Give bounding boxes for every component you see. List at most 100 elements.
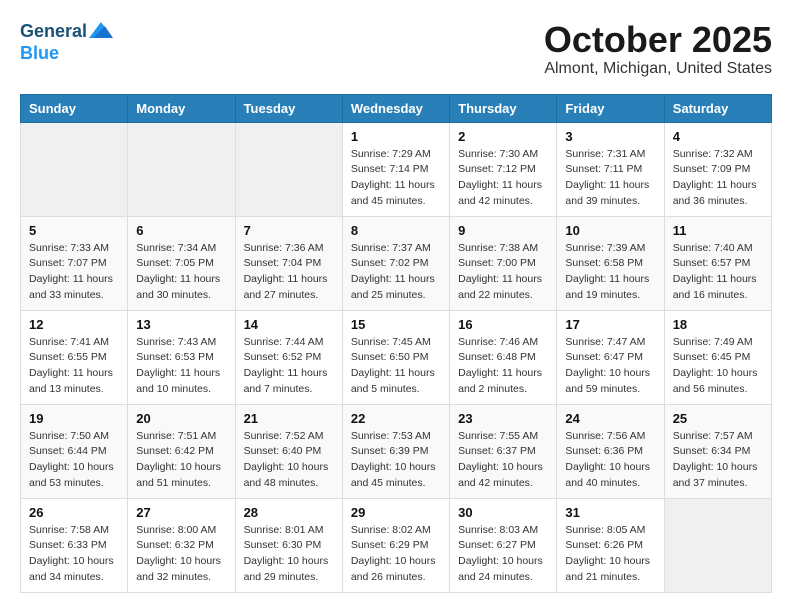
day-number: 7 — [244, 223, 334, 238]
month-title: October 2025 — [544, 20, 772, 60]
day-number: 26 — [29, 505, 119, 520]
calendar-cell: 3 Sunrise: 7:31 AM Sunset: 7:11 PM Daylig… — [557, 122, 664, 216]
calendar-week-row: 12 Sunrise: 7:41 AM Sunset: 6:55 PM Dayli… — [21, 310, 772, 404]
calendar-cell: 19 Sunrise: 7:50 AM Sunset: 6:44 PM Dayli… — [21, 404, 128, 498]
weekday-header-row: SundayMondayTuesdayWednesdayThursdayFrid… — [21, 94, 772, 122]
day-number: 22 — [351, 411, 441, 426]
calendar-cell: 5Sunrise: 7:33 AM Sunset: 7:07 PM Daylig… — [21, 216, 128, 310]
day-info: Sunrise: 7:34 AM Sunset: 7:05 PM Dayligh… — [136, 241, 226, 304]
calendar-week-row: 5Sunrise: 7:33 AM Sunset: 7:07 PM Daylig… — [21, 216, 772, 310]
calendar-cell: 4 Sunrise: 7:32 AM Sunset: 7:09 PM Daylig… — [664, 122, 771, 216]
day-info: Sunrise: 7:56 AM Sunset: 6:36 PM Dayligh… — [565, 429, 655, 492]
calendar-table: SundayMondayTuesdayWednesdayThursdayFrid… — [20, 94, 772, 593]
day-number: 21 — [244, 411, 334, 426]
day-info: Sunrise: 7:40 AM Sunset: 6:57 PM Dayligh… — [673, 241, 763, 304]
day-info: Sunrise: 8:02 AM Sunset: 6:29 PM Dayligh… — [351, 523, 441, 586]
calendar-week-row: 19 Sunrise: 7:50 AM Sunset: 6:44 PM Dayli… — [21, 404, 772, 498]
day-number: 15 — [351, 317, 441, 332]
day-number: 24 — [565, 411, 655, 426]
calendar-cell: 22 Sunrise: 7:53 AM Sunset: 6:39 PM Dayli… — [342, 404, 449, 498]
calendar-cell: 7 Sunrise: 7:36 AM Sunset: 7:04 PM Daylig… — [235, 216, 342, 310]
logo-text: General — [20, 22, 87, 42]
day-info: Sunrise: 7:36 AM Sunset: 7:04 PM Dayligh… — [244, 241, 334, 304]
calendar-cell — [21, 122, 128, 216]
day-info: Sunrise: 8:00 AM Sunset: 6:32 PM Dayligh… — [136, 523, 226, 586]
location: Almont, Michigan, United States — [544, 60, 772, 78]
calendar-cell: 29 Sunrise: 8:02 AM Sunset: 6:29 PM Dayli… — [342, 498, 449, 592]
calendar-cell: 26Sunrise: 7:58 AM Sunset: 6:33 PM Dayli… — [21, 498, 128, 592]
calendar-week-row: 1 Sunrise: 7:29 AM Sunset: 7:14 PM Daylig… — [21, 122, 772, 216]
weekday-header-tuesday: Tuesday — [235, 94, 342, 122]
day-number: 25 — [673, 411, 763, 426]
day-info: Sunrise: 7:41 AM Sunset: 6:55 PM Dayligh… — [29, 335, 119, 398]
day-info: Sunrise: 7:37 AM Sunset: 7:02 PM Dayligh… — [351, 241, 441, 304]
calendar-cell: 20Sunrise: 7:51 AM Sunset: 6:42 PM Dayli… — [128, 404, 235, 498]
day-info: Sunrise: 8:01 AM Sunset: 6:30 PM Dayligh… — [244, 523, 334, 586]
calendar-cell: 25 Sunrise: 7:57 AM Sunset: 6:34 PM Dayli… — [664, 404, 771, 498]
weekday-header-monday: Monday — [128, 94, 235, 122]
calendar-cell: 21 Sunrise: 7:52 AM Sunset: 6:40 PM Dayli… — [235, 404, 342, 498]
calendar-cell — [235, 122, 342, 216]
day-number: 6 — [136, 223, 226, 238]
logo-icon — [89, 20, 113, 44]
weekday-header-saturday: Saturday — [664, 94, 771, 122]
day-number: 28 — [244, 505, 334, 520]
day-info: Sunrise: 7:45 AM Sunset: 6:50 PM Dayligh… — [351, 335, 441, 398]
day-number: 29 — [351, 505, 441, 520]
day-info: Sunrise: 7:39 AM Sunset: 6:58 PM Dayligh… — [565, 241, 655, 304]
day-number: 3 — [565, 129, 655, 144]
calendar-cell: 2Sunrise: 7:30 AM Sunset: 7:12 PM Daylig… — [450, 122, 557, 216]
calendar-week-row: 26Sunrise: 7:58 AM Sunset: 6:33 PM Dayli… — [21, 498, 772, 592]
day-info: Sunrise: 7:55 AM Sunset: 6:37 PM Dayligh… — [458, 429, 548, 492]
day-info: Sunrise: 7:47 AM Sunset: 6:47 PM Dayligh… — [565, 335, 655, 398]
day-number: 18 — [673, 317, 763, 332]
day-info: Sunrise: 7:52 AM Sunset: 6:40 PM Dayligh… — [244, 429, 334, 492]
day-info: Sunrise: 7:38 AM Sunset: 7:00 PM Dayligh… — [458, 241, 548, 304]
calendar-cell: 12 Sunrise: 7:41 AM Sunset: 6:55 PM Dayli… — [21, 310, 128, 404]
day-info: Sunrise: 7:50 AM Sunset: 6:44 PM Dayligh… — [29, 429, 119, 492]
day-number: 13 — [136, 317, 226, 332]
day-number: 23 — [458, 411, 548, 426]
calendar-cell: 6 Sunrise: 7:34 AM Sunset: 7:05 PM Daylig… — [128, 216, 235, 310]
logo: General Blue — [20, 20, 113, 64]
day-info: Sunrise: 7:33 AM Sunset: 7:07 PM Dayligh… — [29, 241, 119, 304]
day-info: Sunrise: 7:57 AM Sunset: 6:34 PM Dayligh… — [673, 429, 763, 492]
day-number: 30 — [458, 505, 548, 520]
day-number: 19 — [29, 411, 119, 426]
day-number: 27 — [136, 505, 226, 520]
calendar-cell: 1 Sunrise: 7:29 AM Sunset: 7:14 PM Daylig… — [342, 122, 449, 216]
logo-blue-text: Blue — [20, 44, 59, 64]
calendar-cell: 11Sunrise: 7:40 AM Sunset: 6:57 PM Dayli… — [664, 216, 771, 310]
day-number: 14 — [244, 317, 334, 332]
calendar-cell: 23 Sunrise: 7:55 AM Sunset: 6:37 PM Dayli… — [450, 404, 557, 498]
day-info: Sunrise: 7:30 AM Sunset: 7:12 PM Dayligh… — [458, 147, 548, 210]
day-number: 9 — [458, 223, 548, 238]
weekday-header-thursday: Thursday — [450, 94, 557, 122]
day-number: 10 — [565, 223, 655, 238]
calendar-cell: 16Sunrise: 7:46 AM Sunset: 6:48 PM Dayli… — [450, 310, 557, 404]
day-info: Sunrise: 7:29 AM Sunset: 7:14 PM Dayligh… — [351, 147, 441, 210]
day-number: 4 — [673, 129, 763, 144]
weekday-header-friday: Friday — [557, 94, 664, 122]
day-info: Sunrise: 7:53 AM Sunset: 6:39 PM Dayligh… — [351, 429, 441, 492]
calendar-cell: 31 Sunrise: 8:05 AM Sunset: 6:26 PM Dayli… — [557, 498, 664, 592]
day-info: Sunrise: 7:43 AM Sunset: 6:53 PM Dayligh… — [136, 335, 226, 398]
title-block: October 2025 Almont, Michigan, United St… — [544, 20, 772, 78]
calendar-cell: 15 Sunrise: 7:45 AM Sunset: 6:50 PM Dayli… — [342, 310, 449, 404]
calendar-cell: 14 Sunrise: 7:44 AM Sunset: 6:52 PM Dayli… — [235, 310, 342, 404]
calendar-cell: 30Sunrise: 8:03 AM Sunset: 6:27 PM Dayli… — [450, 498, 557, 592]
day-info: Sunrise: 7:31 AM Sunset: 7:11 PM Dayligh… — [565, 147, 655, 210]
day-number: 8 — [351, 223, 441, 238]
day-info: Sunrise: 8:05 AM Sunset: 6:26 PM Dayligh… — [565, 523, 655, 586]
day-number: 31 — [565, 505, 655, 520]
day-info: Sunrise: 7:44 AM Sunset: 6:52 PM Dayligh… — [244, 335, 334, 398]
day-info: Sunrise: 7:49 AM Sunset: 6:45 PM Dayligh… — [673, 335, 763, 398]
page-header: General Blue October 2025 Almont, Michig… — [20, 20, 772, 78]
calendar-cell — [128, 122, 235, 216]
day-number: 12 — [29, 317, 119, 332]
day-info: Sunrise: 7:32 AM Sunset: 7:09 PM Dayligh… — [673, 147, 763, 210]
calendar-cell: 28 Sunrise: 8:01 AM Sunset: 6:30 PM Dayli… — [235, 498, 342, 592]
day-number: 1 — [351, 129, 441, 144]
day-number: 17 — [565, 317, 655, 332]
day-number: 20 — [136, 411, 226, 426]
